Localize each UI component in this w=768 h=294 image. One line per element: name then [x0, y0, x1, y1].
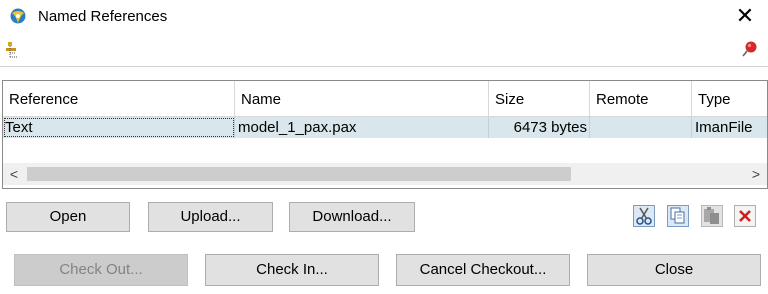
- named-references-table[interactable]: Reference Name Size Remote Type Text mod…: [2, 80, 768, 189]
- cell-size[interactable]: 6473 bytes: [489, 117, 590, 138]
- upload-button[interactable]: Upload...: [148, 202, 273, 232]
- window-title: Named References: [38, 8, 168, 25]
- pushpin-icon[interactable]: [741, 40, 759, 58]
- cell-remote[interactable]: [590, 117, 692, 138]
- scroll-right-button[interactable]: >: [745, 163, 767, 185]
- cell-type[interactable]: ImanFile: [692, 117, 767, 138]
- cut-icon[interactable]: [633, 205, 655, 227]
- delete-icon[interactable]: [734, 205, 756, 227]
- toolbar-separator: [0, 66, 768, 67]
- app-logo-icon: [10, 8, 26, 24]
- check-in-button[interactable]: Check In...: [205, 254, 379, 286]
- paste-icon: [701, 205, 723, 227]
- check-out-button: Check Out...: [14, 254, 188, 286]
- column-header-name[interactable]: Name: [235, 81, 489, 117]
- cancel-checkout-button[interactable]: Cancel Checkout...: [396, 254, 570, 286]
- close-window-button[interactable]: ✕: [733, 4, 757, 28]
- tree-expand-icon[interactable]: [4, 40, 20, 60]
- cell-reference[interactable]: Text: [3, 117, 235, 138]
- table-row[interactable]: Text model_1_pax.pax 6473 bytes ImanFile: [3, 117, 767, 138]
- column-header-remote[interactable]: Remote: [590, 81, 692, 117]
- column-header-type[interactable]: Type: [692, 81, 767, 117]
- scrollbar-thumb[interactable]: [27, 167, 571, 181]
- horizontal-scrollbar[interactable]: < >: [3, 163, 767, 185]
- open-button[interactable]: Open: [6, 202, 130, 232]
- download-button[interactable]: Download...: [289, 202, 415, 232]
- column-header-reference[interactable]: Reference: [3, 81, 235, 117]
- copy-icon[interactable]: [667, 205, 689, 227]
- scroll-left-button[interactable]: <: [3, 163, 25, 185]
- column-header-size[interactable]: Size: [489, 81, 590, 117]
- title-bar: Named References ✕: [0, 0, 768, 34]
- close-button[interactable]: Close: [587, 254, 761, 286]
- cell-name[interactable]: model_1_pax.pax: [235, 117, 489, 138]
